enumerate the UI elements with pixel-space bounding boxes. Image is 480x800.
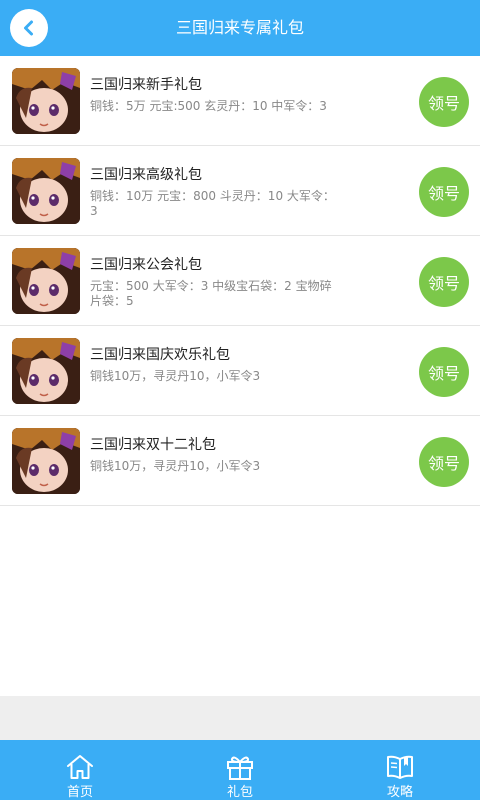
- gift-title: 三国归来新手礼包: [90, 77, 202, 93]
- tab-gift[interactable]: 礼包: [160, 740, 320, 800]
- gift-description: 铜钱10万，寻灵丹10，小军令3: [90, 459, 261, 473]
- gift-item[interactable]: 三国归来公会礼包 元宝：500 大军令：3 中级宝石袋：2 宝物碎片袋：5 领号: [0, 236, 480, 326]
- empty-area: [0, 696, 480, 740]
- bottom-tab-bar: 首页 礼包 攻略: [0, 740, 480, 800]
- claim-button[interactable]: 领号: [419, 77, 469, 127]
- gift-description: 铜钱10万，寻灵丹10，小军令3: [90, 369, 261, 383]
- gift-title: 三国归来双十二礼包: [90, 437, 216, 453]
- gift-item[interactable]: 三国归来双十二礼包 铜钱10万，寻灵丹10，小军令3 领号: [0, 416, 480, 506]
- gift-item[interactable]: 三国归来高级礼包 铜钱：10万 元宝：800 斗灵丹：10 大军令：3 领号: [0, 146, 480, 236]
- game-thumbnail: [12, 338, 80, 404]
- tab-label: 礼包: [226, 785, 253, 800]
- home-icon: [67, 755, 93, 779]
- gift-description: 铜钱：5万 元宝:500 玄灵丹：10 中军令：3: [90, 99, 327, 113]
- claim-button[interactable]: 领号: [419, 167, 469, 217]
- claim-button[interactable]: 领号: [419, 257, 469, 307]
- gift-icon: [227, 756, 253, 780]
- gift-description: 铜钱：10万 元宝：800 斗灵丹：10 大军令：3: [90, 189, 335, 218]
- game-thumbnail: [12, 158, 80, 224]
- gift-list: 三国归来新手礼包 铜钱：5万 元宝:500 玄灵丹：10 中军令：3 领号 三国…: [0, 56, 480, 506]
- game-thumbnail: [12, 68, 80, 134]
- gift-item[interactable]: 三国归来新手礼包 铜钱：5万 元宝:500 玄灵丹：10 中军令：3 领号: [0, 56, 480, 146]
- game-thumbnail: [12, 248, 80, 314]
- gift-description: 元宝：500 大军令：3 中级宝石袋：2 宝物碎片袋：5: [90, 279, 332, 308]
- claim-button[interactable]: 领号: [419, 437, 469, 487]
- tab-home[interactable]: 首页: [0, 740, 160, 800]
- gift-title: 三国归来高级礼包: [90, 167, 202, 183]
- tab-label: 首页: [66, 785, 93, 800]
- claim-button[interactable]: 领号: [419, 347, 469, 397]
- page-title: 三国归来专属礼包: [175, 18, 304, 37]
- gift-item[interactable]: 三国归来国庆欢乐礼包 铜钱10万，寻灵丹10，小军令3 领号: [0, 326, 480, 416]
- tab-label: 攻略: [386, 785, 413, 800]
- header-bar: 三国归来专属礼包: [0, 0, 480, 56]
- book-icon: [387, 755, 413, 779]
- tab-guide[interactable]: 攻略: [320, 740, 480, 800]
- gift-title: 三国归来公会礼包: [90, 257, 202, 273]
- gift-title: 三国归来国庆欢乐礼包: [90, 347, 230, 363]
- game-thumbnail: [12, 428, 80, 494]
